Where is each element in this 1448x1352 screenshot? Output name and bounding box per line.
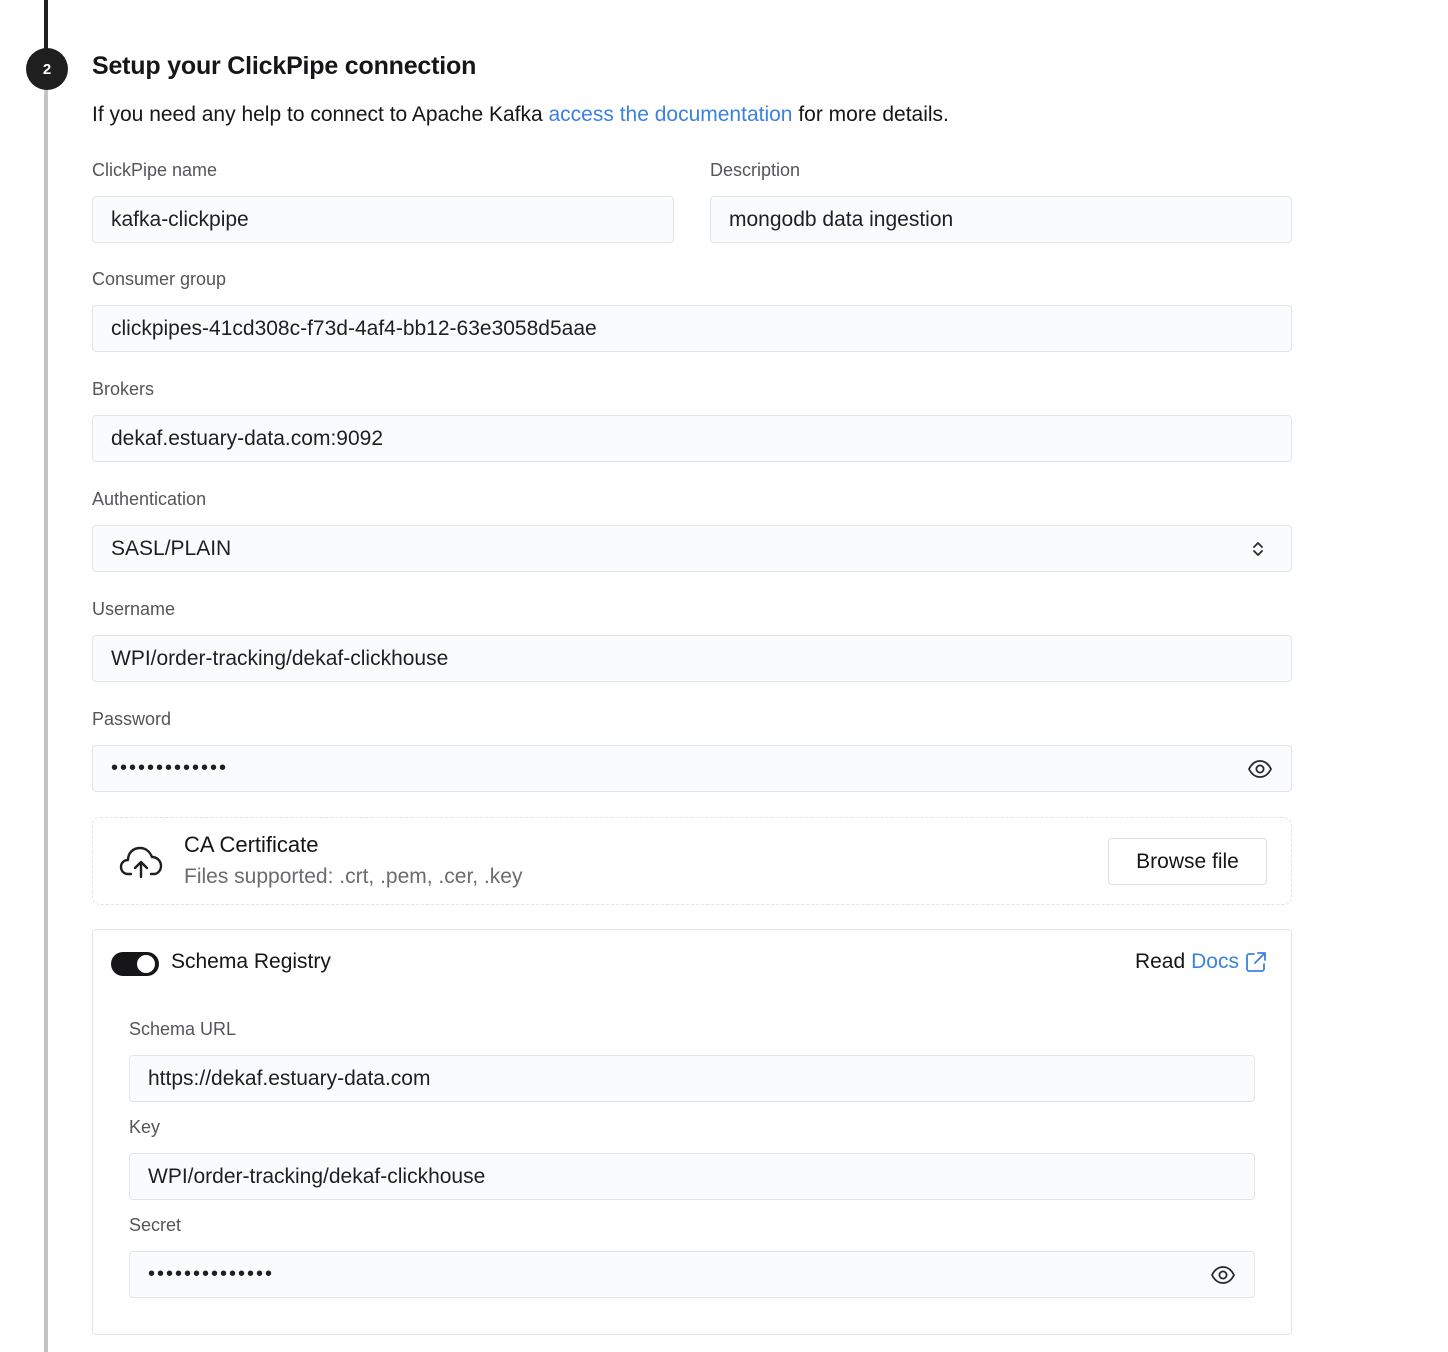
clickpipe-name-label: ClickPipe name	[92, 160, 218, 180]
username-value: WPI/order-tracking/dekaf-clickhouse	[111, 646, 449, 670]
schema-registry-label: Schema Registry	[171, 950, 331, 973]
consumer-group-value: clickpipes-41cd308c-f73d-4af4-bb12-63e30…	[111, 316, 597, 340]
schema-secret-input[interactable]: ••••••••••••••	[129, 1251, 1255, 1298]
schema-url-label: Schema URL	[129, 1019, 237, 1039]
schema-url-input[interactable]: https://dekaf.estuary-data.com	[129, 1055, 1255, 1102]
password-input[interactable]: •••••••••••••	[92, 745, 1292, 792]
username-label: Username	[92, 599, 176, 619]
authentication-label: Authentication	[92, 489, 207, 509]
authentication-value: SASL/PLAIN	[111, 536, 232, 560]
brokers-value: dekaf.estuary-data.com:9092	[111, 426, 383, 450]
schema-url-value: https://dekaf.estuary-data.com	[148, 1066, 431, 1090]
browse-file-button[interactable]: Browse file	[1108, 838, 1267, 885]
clickpipe-name-value: kafka-clickpipe	[111, 207, 249, 231]
consumer-group-label: Consumer group	[92, 269, 227, 289]
documentation-link[interactable]: access the documentation	[549, 103, 793, 126]
ca-certificate-dropzone[interactable]: CA Certificate Files supported: .crt, .p…	[92, 817, 1292, 905]
description-label: Description	[710, 160, 801, 180]
page-title: Setup your ClickPipe connection	[92, 52, 477, 80]
description-input[interactable]: mongodb data ingestion	[710, 196, 1292, 243]
read-docs-prefix: Read	[1134, 950, 1186, 973]
toggle-knob	[137, 955, 155, 973]
schema-registry-panel: Schema Registry Read Docs Schema URL htt…	[92, 929, 1292, 1335]
password-label: Password	[92, 709, 172, 729]
eye-icon[interactable]	[1247, 756, 1273, 782]
eye-icon[interactable]	[1210, 1262, 1236, 1288]
clickpipe-name-input[interactable]: kafka-clickpipe	[92, 196, 674, 243]
chevron-up-down-icon	[1247, 536, 1269, 562]
schema-key-label: Key	[129, 1117, 161, 1137]
ca-certificate-supported-types: Files supported: .crt, .pem, .cer, .key	[184, 865, 523, 888]
step-number-badge: 2	[26, 48, 68, 90]
external-link-icon[interactable]	[1245, 951, 1267, 973]
help-text: If you need any help to connect to Apach…	[92, 103, 949, 127]
docs-link[interactable]: Docs	[1191, 950, 1239, 974]
help-text-suffix: for more details.	[792, 103, 949, 126]
read-docs: Read Docs	[1135, 950, 1267, 974]
authentication-select[interactable]: SASL/PLAIN	[92, 525, 1292, 572]
schema-secret-label: Secret	[129, 1215, 182, 1235]
consumer-group-input[interactable]: clickpipes-41cd308c-f73d-4af4-bb12-63e30…	[92, 305, 1292, 352]
help-text-prefix: If you need any help to connect to Apach…	[92, 103, 549, 126]
schema-registry-toggle[interactable]	[111, 952, 159, 976]
description-value: mongodb data ingestion	[729, 207, 954, 231]
ca-certificate-title: CA Certificate	[184, 832, 319, 857]
schema-key-value: WPI/order-tracking/dekaf-clickhouse	[148, 1164, 486, 1188]
cloud-upload-icon	[119, 844, 163, 880]
timeline-line-pending	[44, 86, 48, 1352]
username-input[interactable]: WPI/order-tracking/dekaf-clickhouse	[92, 635, 1292, 682]
brokers-label: Brokers	[92, 379, 155, 399]
schema-key-input[interactable]: WPI/order-tracking/dekaf-clickhouse	[129, 1153, 1255, 1200]
password-value: •••••••••••••	[111, 757, 229, 779]
timeline-line-completed	[44, 0, 48, 50]
brokers-input[interactable]: dekaf.estuary-data.com:9092	[92, 415, 1292, 462]
schema-secret-value: ••••••••••••••	[148, 1263, 275, 1285]
